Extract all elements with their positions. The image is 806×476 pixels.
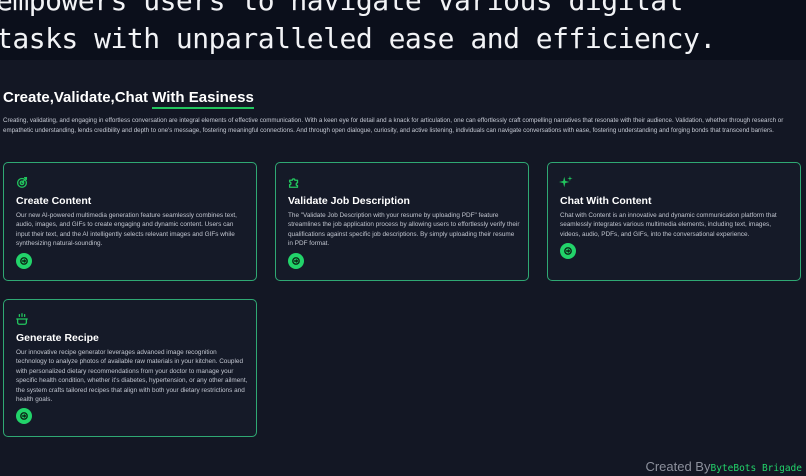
open-validate-job-description-button[interactable] bbox=[288, 253, 304, 269]
section-heading: Create,Validate,Chat With Easiness bbox=[3, 89, 254, 109]
card-chat-with-content: Chat With Content Chat with Content is a… bbox=[547, 162, 801, 281]
card-description: Chat with Content is an innovative and d… bbox=[560, 212, 777, 238]
open-generate-recipe-button[interactable] bbox=[16, 408, 32, 424]
card-title: Generate Recipe bbox=[16, 332, 99, 344]
card-create-content: Create Content Our new AI-powered multim… bbox=[3, 162, 257, 281]
card-generate-recipe: Generate Recipe Our innovative recipe ge… bbox=[3, 299, 257, 437]
brand-name: ByteBots Brigade bbox=[710, 463, 802, 474]
card-title: Create Content bbox=[16, 195, 92, 207]
section-heading-accent: With Easiness bbox=[152, 89, 254, 109]
card-description: The "Validate Job Description with your … bbox=[288, 212, 520, 248]
open-chat-with-content-button[interactable] bbox=[560, 243, 576, 259]
cooking-pot-icon bbox=[15, 312, 29, 326]
card-description: Our innovative recipe generator leverage… bbox=[16, 349, 248, 404]
created-by-label: Created By bbox=[645, 459, 711, 474]
section-intro: Creating, validating, and engaging in ef… bbox=[3, 117, 784, 134]
sparkles-icon bbox=[559, 175, 573, 189]
card-title: Validate Job Description bbox=[288, 195, 410, 207]
bullseye-icon bbox=[15, 175, 29, 189]
hero-text-line-2: tasks with unparalleled ease and efficie… bbox=[0, 22, 716, 55]
card-title: Chat With Content bbox=[560, 195, 652, 207]
section-heading-prefix: Create,Validate,Chat bbox=[3, 89, 153, 106]
hero-banner: empowers users to navigate various digit… bbox=[0, 0, 806, 60]
hero-text-line-1: empowers users to navigate various digit… bbox=[0, 0, 684, 17]
open-create-content-button[interactable] bbox=[16, 253, 32, 269]
puzzle-icon bbox=[287, 175, 301, 189]
card-validate-job-description: Validate Job Description The "Validate J… bbox=[275, 162, 529, 281]
card-description: Our new AI-powered multimedia generation… bbox=[16, 212, 237, 248]
footer-credit: Created ByByteBots Brigade bbox=[645, 459, 802, 474]
